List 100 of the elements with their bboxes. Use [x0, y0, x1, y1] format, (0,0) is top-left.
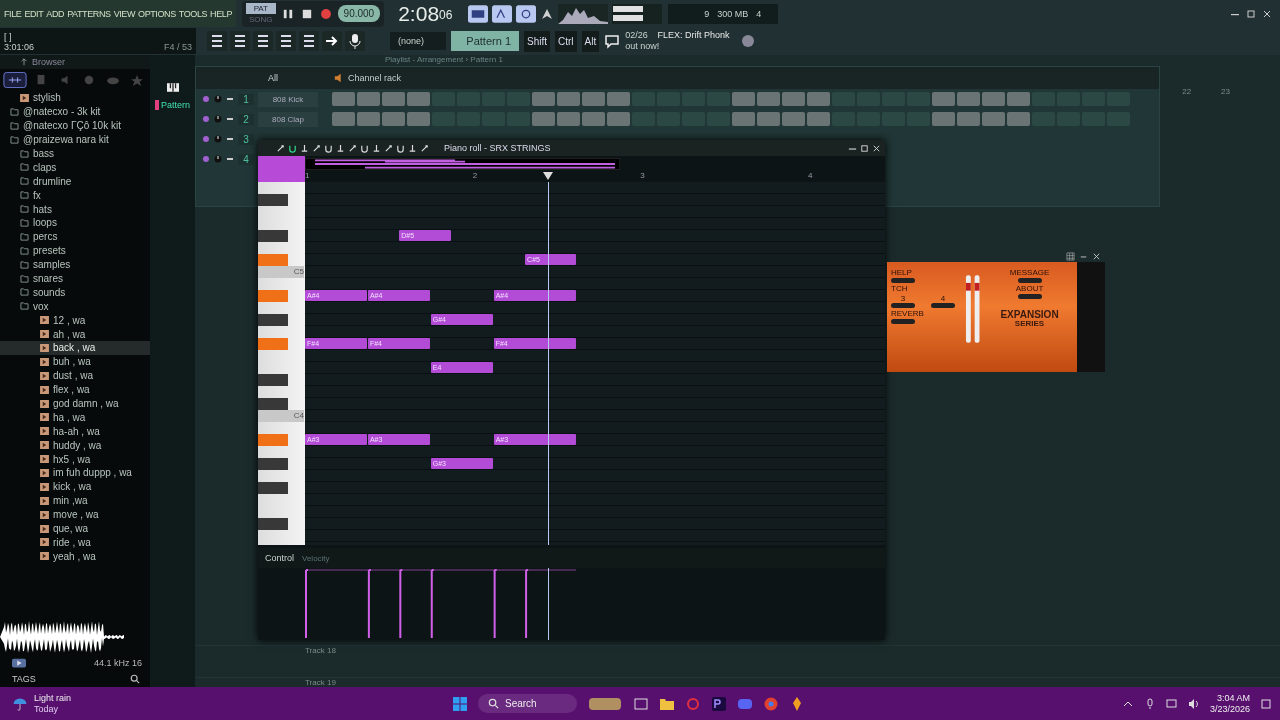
pan-knob[interactable]: [214, 135, 222, 143]
browser-item[interactable]: sounds: [0, 285, 150, 300]
step-button[interactable]: [732, 92, 755, 106]
all-files-icon[interactable]: [2, 72, 28, 88]
browser-item[interactable]: @natecxo ΓÇô 10k kit: [0, 118, 150, 133]
mute-button[interactable]: [202, 135, 210, 143]
menu-item[interactable]: VIEW: [113, 8, 136, 19]
close-icon[interactable]: [872, 143, 881, 153]
browser-item[interactable]: flex , wa: [0, 382, 150, 397]
browser-item[interactable]: im fuh duppp , wa: [0, 466, 150, 480]
step-button[interactable]: [932, 112, 955, 126]
browser-item[interactable]: drumline: [0, 174, 150, 189]
microphone-icon[interactable]: [345, 31, 365, 51]
weather-condition[interactable]: Light rain: [34, 692, 72, 704]
browser-item[interactable]: ride , wa: [0, 535, 150, 550]
grid-icon[interactable]: [1066, 251, 1075, 261]
play-preview-icon[interactable]: [12, 658, 26, 668]
menu-item[interactable]: EDIT: [24, 8, 44, 19]
volume-knob[interactable]: [226, 95, 234, 103]
tempo-display[interactable]: 90.000: [337, 5, 381, 22]
magnet-icon[interactable]: [288, 143, 297, 153]
step-button[interactable]: [382, 92, 405, 106]
step-button[interactable]: [1007, 92, 1030, 106]
menu-item[interactable]: OPTIONS: [138, 8, 176, 19]
step-button[interactable]: [982, 112, 1005, 126]
browser-item[interactable]: hx5 , wa: [0, 452, 150, 467]
browser-item[interactable]: ha-ah , wa: [0, 424, 150, 439]
ring-icon[interactable]: [684, 695, 701, 712]
step-button[interactable]: [382, 112, 405, 126]
restore-icon[interactable]: [1246, 8, 1256, 19]
step-button[interactable]: [1007, 112, 1030, 126]
level-sliders-drawing[interactable]: [964, 274, 981, 344]
speech-bubble-icon[interactable]: [604, 33, 621, 49]
reverb-button[interactable]: [891, 319, 915, 324]
task-view-icon[interactable]: [632, 695, 649, 712]
browser-item[interactable]: hats: [0, 202, 150, 216]
browser-item[interactable]: buh , wa: [0, 354, 150, 369]
step-button[interactable]: [582, 112, 605, 126]
pitch-button[interactable]: [891, 303, 915, 308]
step-button[interactable]: [607, 92, 630, 106]
pr-app-icon[interactable]: [710, 695, 727, 712]
browser-item[interactable]: stylish: [0, 91, 150, 105]
taskbar-search[interactable]: Search: [478, 694, 577, 713]
menu-item[interactable]: HELP: [210, 8, 233, 19]
menu-item[interactable]: TOOLS: [178, 8, 208, 19]
step-button[interactable]: [757, 92, 780, 106]
preset-selector[interactable]: (none): [390, 32, 446, 50]
browser-item[interactable]: min ,wa: [0, 493, 150, 508]
pan-knob[interactable]: [214, 115, 222, 123]
step-button[interactable]: [582, 92, 605, 106]
pattern-item[interactable]: Pattern: [155, 100, 190, 110]
step-button[interactable]: [532, 92, 555, 106]
note-overview[interactable]: [305, 158, 620, 170]
record-icon[interactable]: [318, 6, 333, 21]
step-button[interactable]: [957, 92, 980, 106]
step-button[interactable]: [957, 112, 980, 126]
browser-item[interactable]: presets: [0, 243, 150, 258]
step-button[interactable]: [557, 92, 580, 106]
menu-item[interactable]: ADD: [46, 8, 65, 19]
browser-item[interactable]: ah , wa: [0, 327, 150, 342]
filter-selector[interactable]: All: [268, 73, 330, 83]
browser-item[interactable]: move , wa: [0, 507, 150, 522]
step-button[interactable]: [807, 112, 830, 126]
pitch-button[interactable]: [931, 303, 955, 308]
step-button[interactable]: [532, 112, 555, 126]
step-button[interactable]: [757, 112, 780, 126]
step-button[interactable]: [357, 92, 380, 106]
mute-button[interactable]: [202, 115, 210, 123]
pan-knob[interactable]: [214, 155, 222, 163]
menu-item[interactable]: FILE: [4, 8, 22, 19]
search-icon[interactable]: [128, 674, 142, 684]
step-button[interactable]: [607, 112, 630, 126]
browser-item[interactable]: loops: [0, 216, 150, 230]
piano-keys-icon[interactable]: [166, 83, 179, 92]
step-button[interactable]: [357, 112, 380, 126]
close-icon[interactable]: [1262, 8, 1272, 19]
channel-number[interactable]: 4: [238, 153, 254, 165]
volume-knob[interactable]: [226, 115, 234, 123]
taskbar-clock[interactable]: 3:04 AM 3/23/2026: [1209, 692, 1250, 715]
step-button[interactable]: [982, 92, 1005, 106]
arrow-right-icon[interactable]: [322, 31, 342, 51]
news-headline[interactable]: FLEX: Drift Phonk: [657, 30, 736, 41]
maximize-icon[interactable]: [860, 143, 869, 153]
step-button[interactable]: [807, 92, 830, 106]
step-button[interactable]: [782, 112, 805, 126]
browser-item[interactable]: back , wa: [0, 341, 150, 355]
network-icon[interactable]: [1165, 697, 1178, 710]
browser-item[interactable]: fx: [0, 188, 150, 203]
browser-item[interactable]: god damn , wa: [0, 396, 150, 411]
step-button[interactable]: [332, 92, 355, 106]
modifier-key[interactable]: Ctrl: [555, 30, 577, 52]
globe-icon[interactable]: [740, 33, 757, 49]
browser-item[interactable]: 12 , wa: [0, 313, 150, 328]
browser-item[interactable]: claps: [0, 160, 150, 175]
channel-number[interactable]: 1: [238, 93, 254, 105]
step-button[interactable]: [332, 112, 355, 126]
browser-item[interactable]: ha , wa: [0, 410, 150, 425]
playhead-marker[interactable]: [543, 172, 554, 180]
close-icon[interactable]: [1092, 251, 1101, 261]
start-icon[interactable]: [452, 695, 468, 712]
